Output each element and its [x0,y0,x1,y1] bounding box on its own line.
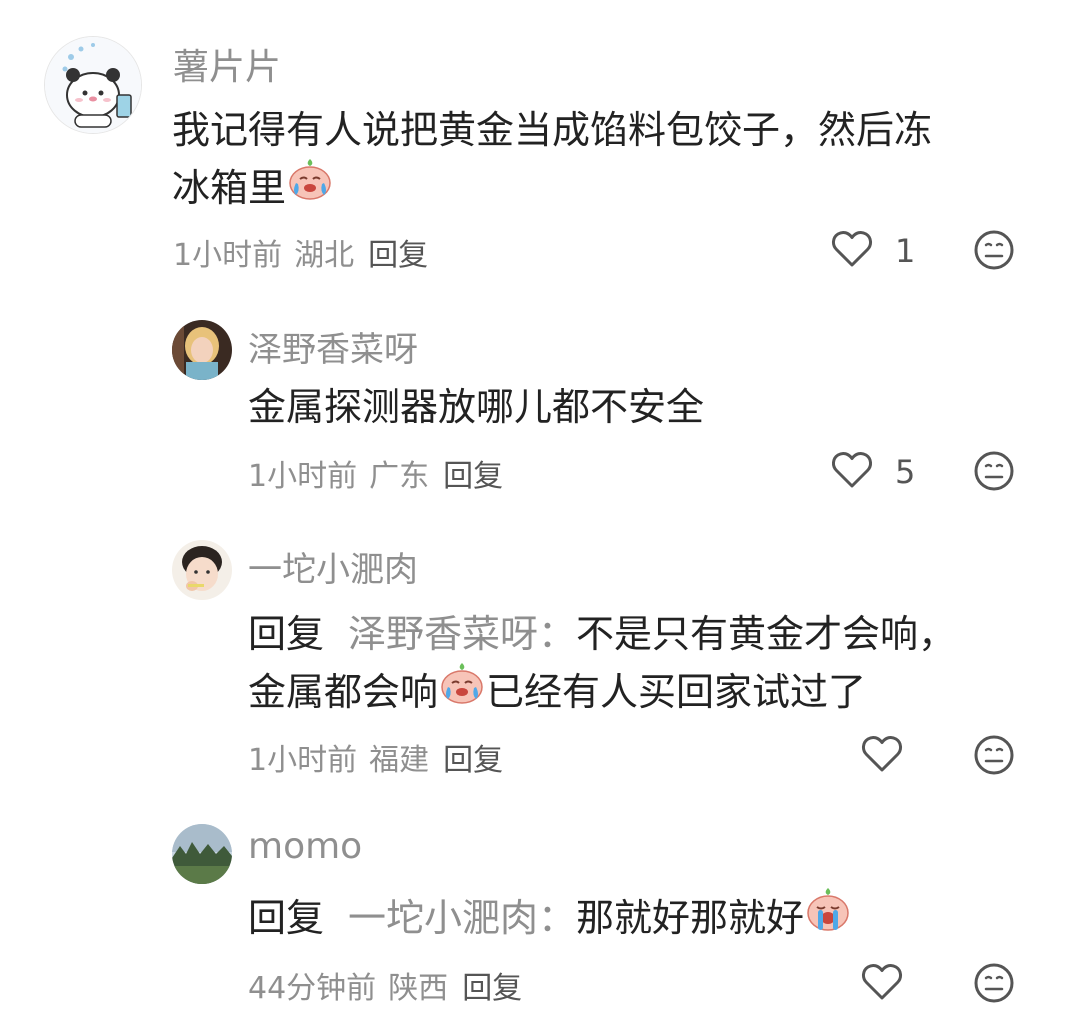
dislike-button[interactable] [973,229,1015,275]
reply-prefix: 回复 [248,612,325,656]
timestamp: 1小时前 [248,459,358,494]
like-button[interactable] [861,734,903,778]
like-button[interactable]: 1 [831,229,915,273]
reply-comment: 一坨小淝肉 回复 泽野香菜呀：不是只有黄金才会响， 金属都会响 已经有人买回家试过… [0,520,1079,800]
timestamp: 1小时前 [248,743,358,778]
like-count: 1 [895,232,916,270]
like-button[interactable]: 5 [831,450,915,494]
like-count: 5 [895,453,916,491]
reply-button[interactable]: 回复 [462,971,522,1006]
username[interactable]: 一坨小淝肉 [248,542,418,591]
comment-text-fragment: 已经有人买回家试过了 [486,670,867,714]
comment-text-line: 金属都会响 已经有人买回家试过了 [248,661,956,725]
meh-face-icon [973,451,1015,496]
comment-text: 我记得有人说把黄金当成馅料包饺子，然后冻 冰箱里 [172,101,932,221]
comment-text: 回复 一坨小淝肉：那就好那就好 [248,886,852,952]
username[interactable]: momo [248,826,362,867]
heart-outline-icon [861,962,903,1006]
crying-face-emoji-icon [438,661,486,721]
reply-button[interactable]: 回复 [443,459,503,494]
reply-comment: 泽野香菜呀 金属探测器放哪儿都不安全 1小时前 广东 回复 5 [0,300,1079,510]
comment-text-fragment: 那就好那就好 [576,896,805,940]
sobbing-face-emoji-icon [804,886,852,948]
meh-face-icon [973,963,1015,1008]
avatar-image [172,320,232,380]
reply-prefix: 回复 [248,896,325,940]
comment-text-fragment: 不是只有黄金才会响， [576,612,957,656]
comment-text-line: 回复 泽野香菜呀：不是只有黄金才会响， [248,605,956,663]
reply-button[interactable]: 回复 [368,238,428,273]
avatar[interactable] [172,824,232,884]
meh-face-icon [973,230,1015,275]
reply-target-username[interactable]: 一坨小淝肉： [348,896,576,940]
comment-text-fragment: 冰箱里 [172,166,287,210]
meh-face-icon [973,735,1015,780]
avatar-image [172,540,232,600]
avatar-image [172,824,232,884]
comment-text-line: 冰箱里 [172,157,932,221]
like-button[interactable] [861,962,903,1006]
heart-outline-icon [831,450,873,494]
comment: 薯片片 我记得有人说把黄金当成馅料包饺子，然后冻 冰箱里 1小时前 湖北 回复 1 [0,0,1079,290]
comment-meta: 44分钟前 陕西 回复 [248,963,522,1007]
location: 广东 [369,459,430,494]
avatar[interactable] [44,36,142,134]
dislike-button[interactable] [973,962,1015,1008]
timestamp: 44分钟前 [248,971,377,1006]
avatar[interactable] [172,540,232,600]
crying-face-emoji-icon [286,157,334,217]
location: 福建 [369,743,430,778]
avatar[interactable] [172,320,232,380]
comment-meta: 1小时前 广东 回复 [248,451,503,495]
reply-target-username[interactable]: 泽野香菜呀： [348,612,576,656]
timestamp: 1小时前 [173,238,283,273]
heart-outline-icon [831,229,873,273]
username[interactable]: 薯片片 [173,38,281,90]
reply-button[interactable]: 回复 [443,743,503,778]
location: 陕西 [388,971,449,1006]
reply-comment: momo 回复 一坨小淝肉：那就好那就好 44分钟前 陕西 回复 [0,806,1079,1032]
username[interactable]: 泽野香菜呀 [248,322,418,371]
location: 湖北 [294,238,355,273]
comment-text-line: 我记得有人说把黄金当成馅料包饺子，然后冻 [172,108,933,152]
comment-text: 回复 泽野香菜呀：不是只有黄金才会响， 金属都会响 已经有人买回家试过了 [248,605,956,725]
dislike-button[interactable] [973,450,1015,496]
avatar-image [45,37,141,133]
comment-meta: 1小时前 福建 回复 [248,735,503,779]
dislike-button[interactable] [973,734,1015,780]
comment-text-fragment: 金属都会响 [248,670,439,714]
heart-outline-icon [861,734,903,778]
comment-meta: 1小时前 湖北 回复 [173,230,428,274]
comment-text: 金属探测器放哪儿都不安全 [248,385,705,429]
